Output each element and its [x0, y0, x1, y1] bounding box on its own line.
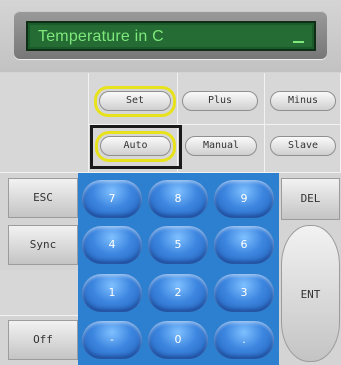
key-1[interactable]: 1 [82, 274, 142, 312]
minus-button[interactable]: Minus [270, 91, 336, 111]
auto-button[interactable]: Auto [100, 136, 171, 156]
del-button[interactable]: DEL [281, 178, 340, 220]
key-2[interactable]: 2 [148, 274, 208, 312]
lcd-screen: Temperature in C [30, 25, 312, 47]
ent-button[interactable]: ENT [281, 225, 340, 362]
key-6[interactable]: 6 [214, 226, 274, 264]
key-9[interactable]: 9 [214, 180, 274, 218]
blank-key-cell [0, 270, 78, 316]
key-minus[interactable]: - [82, 321, 142, 359]
plus-button[interactable]: Plus [182, 91, 258, 111]
display-text: Temperature in C [38, 28, 164, 45]
key-4[interactable]: 4 [82, 226, 142, 264]
set-button[interactable]: Set [99, 91, 171, 111]
key-0[interactable]: 0 [148, 321, 208, 359]
key-3[interactable]: 3 [214, 274, 274, 312]
lcd-display: Temperature in C [26, 21, 316, 51]
manual-button[interactable]: Manual [185, 136, 257, 156]
control-panel: Temperature in C Set Plus Minus Auto Man… [0, 0, 341, 365]
slave-button[interactable]: Slave [270, 136, 336, 156]
key-7[interactable]: 7 [82, 180, 142, 218]
key-8[interactable]: 8 [148, 180, 208, 218]
sync-button[interactable]: Sync [8, 225, 78, 265]
key-5[interactable]: 5 [148, 226, 208, 264]
display-cursor [293, 41, 304, 43]
key-decimal[interactable]: . [214, 321, 274, 359]
esc-button[interactable]: ESC [8, 178, 78, 218]
blank-cell [0, 73, 89, 173]
off-button[interactable]: Off [8, 320, 78, 360]
display-housing: Temperature in C [0, 0, 341, 73]
